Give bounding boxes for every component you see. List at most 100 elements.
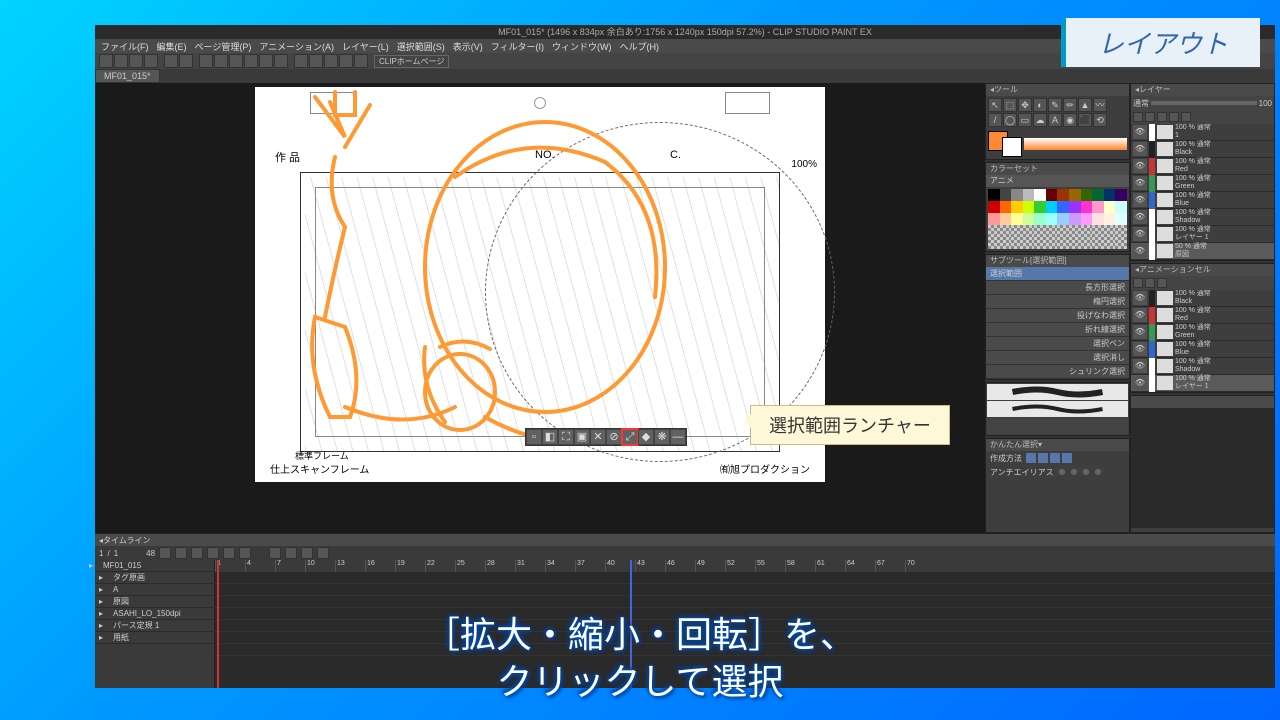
layer-item[interactable]: 👁100 % 通常Green [1131, 324, 1274, 341]
tl-onion3-icon[interactable] [301, 547, 313, 559]
frame-tick[interactable]: 31 [515, 560, 545, 572]
color-swatch[interactable] [988, 189, 1000, 201]
playhead[interactable] [217, 560, 219, 688]
empty-swatch[interactable] [1092, 237, 1104, 249]
color-swatch[interactable] [1000, 201, 1012, 213]
frame-tick[interactable]: 7 [275, 560, 305, 572]
empty-swatch[interactable] [1034, 237, 1046, 249]
frame-tick[interactable]: 1 [215, 560, 245, 572]
frame-tick[interactable]: 16 [365, 560, 395, 572]
cel-btn[interactable] [1145, 278, 1155, 288]
menu-item[interactable]: ウィンドウ(W) [552, 40, 612, 53]
color-swatch[interactable] [1011, 201, 1023, 213]
color-swatch[interactable] [1000, 213, 1012, 225]
tb-cloud-icon[interactable] [99, 54, 113, 68]
empty-swatch[interactable] [1115, 225, 1127, 237]
method-opt[interactable] [1062, 453, 1072, 463]
tool-icon[interactable]: ↖ [988, 98, 1002, 112]
empty-swatch[interactable] [1104, 237, 1116, 249]
menu-item[interactable]: ヘルプ(H) [620, 40, 660, 53]
timeline-lane[interactable] [215, 572, 1275, 584]
empty-swatch[interactable] [1081, 237, 1093, 249]
frame-tick[interactable]: 55 [755, 560, 785, 572]
tool-icon[interactable]: ⬛ [1078, 113, 1092, 127]
tl-prev-icon[interactable] [175, 547, 187, 559]
empty-swatch[interactable] [1011, 237, 1023, 249]
tool-icon[interactable]: ⟲ [1093, 113, 1107, 127]
gradient-bar[interactable] [1024, 138, 1127, 150]
subtool-item[interactable]: 選択ペン [986, 337, 1129, 351]
tb-copy-icon[interactable] [259, 54, 273, 68]
empty-swatch[interactable] [1000, 237, 1012, 249]
aa-opt[interactable] [1094, 468, 1102, 476]
brush-stroke-3[interactable] [987, 418, 1128, 434]
cel-btn[interactable] [1157, 278, 1167, 288]
empty-swatch[interactable] [1057, 237, 1069, 249]
layer-item[interactable]: 👁100 % 通常レイヤー 1 [1131, 375, 1274, 392]
empty-swatch[interactable] [1046, 237, 1058, 249]
visibility-icon[interactable]: 👁 [1133, 227, 1147, 241]
layer-btn[interactable] [1181, 112, 1191, 122]
visibility-icon[interactable]: 👁 [1133, 193, 1147, 207]
tool-icon[interactable]: 〰 [1093, 98, 1107, 112]
aa-opt[interactable] [1082, 468, 1090, 476]
layer-item[interactable]: 👁100 % 通常Black [1131, 290, 1274, 307]
color-swatch[interactable] [1034, 213, 1046, 225]
cel-btn[interactable] [1133, 278, 1143, 288]
empty-swatch[interactable] [1034, 225, 1046, 237]
tb-undo-icon[interactable] [164, 54, 178, 68]
color-swatch[interactable] [988, 201, 1000, 213]
tool-icon[interactable]: ▲ [1078, 98, 1092, 112]
frame-tick[interactable]: 34 [545, 560, 575, 572]
launcher-invert-icon[interactable]: ◧ [542, 429, 558, 445]
menu-item[interactable]: 表示(V) [453, 40, 483, 53]
timeline-track[interactable]: A [95, 584, 214, 596]
tool-icon[interactable]: ⬚ [1003, 98, 1017, 112]
frame-tick[interactable]: 10 [305, 560, 335, 572]
layer-item[interactable]: 👁100 % 通常Red [1131, 158, 1274, 175]
tl-onion4-icon[interactable] [317, 547, 329, 559]
timeline-track[interactable]: 原図 [95, 596, 214, 608]
layer-item[interactable]: 👁100 % 通常レイヤー 1 [1131, 226, 1274, 243]
blend-mode[interactable]: 通常 [1133, 98, 1149, 109]
empty-swatch[interactable] [988, 225, 1000, 237]
color-swatch[interactable] [988, 213, 1000, 225]
tb-new-icon[interactable] [114, 54, 128, 68]
tl-next-icon[interactable] [207, 547, 219, 559]
tool-icon[interactable]: ▭ [1018, 113, 1032, 127]
timeline-track[interactable]: パース定規 1 [95, 620, 214, 632]
color-swatch[interactable] [1081, 213, 1093, 225]
empty-swatch[interactable] [1081, 225, 1093, 237]
empty-swatch[interactable] [1069, 237, 1081, 249]
tb-save-icon[interactable] [144, 54, 158, 68]
tb-paste-icon[interactable] [274, 54, 288, 68]
color-swatch[interactable] [1000, 189, 1012, 201]
timeline-track[interactable]: 用紙 [95, 632, 214, 644]
tb-open-icon[interactable] [129, 54, 143, 68]
visibility-icon[interactable]: 👁 [1133, 159, 1147, 173]
menu-item[interactable]: 編集(E) [157, 40, 187, 53]
color-swatch[interactable] [1011, 213, 1023, 225]
frame-tick[interactable]: 61 [815, 560, 845, 572]
layer-item[interactable]: 👁50 % 通常原図 [1131, 243, 1274, 260]
color-swatch[interactable] [1057, 189, 1069, 201]
empty-swatch[interactable] [1115, 237, 1127, 249]
layer-item[interactable]: 👁100 % 通常1 [1131, 124, 1274, 141]
tool-icon[interactable]: ◯ [1003, 113, 1017, 127]
tb-redo-icon[interactable] [179, 54, 193, 68]
color-swatch[interactable] [1092, 213, 1104, 225]
color-swatch[interactable] [1046, 189, 1058, 201]
frame-tick[interactable]: 25 [455, 560, 485, 572]
empty-swatch[interactable] [1069, 225, 1081, 237]
empty-swatch[interactable] [1023, 237, 1035, 249]
method-opt[interactable] [1038, 453, 1048, 463]
frame-tick[interactable]: 58 [785, 560, 815, 572]
brush-stroke-1[interactable] [987, 384, 1128, 400]
tool-icon[interactable]: ✥ [1018, 98, 1032, 112]
empty-swatch[interactable] [1023, 225, 1035, 237]
clip-name[interactable]: MF01_015 [95, 560, 214, 572]
layer-item[interactable]: 👁100 % 通常Red [1131, 307, 1274, 324]
tl-onion2-icon[interactable] [285, 547, 297, 559]
visibility-icon[interactable]: 👁 [1133, 210, 1147, 224]
subtool-item[interactable]: 長方形選択 [986, 281, 1129, 295]
